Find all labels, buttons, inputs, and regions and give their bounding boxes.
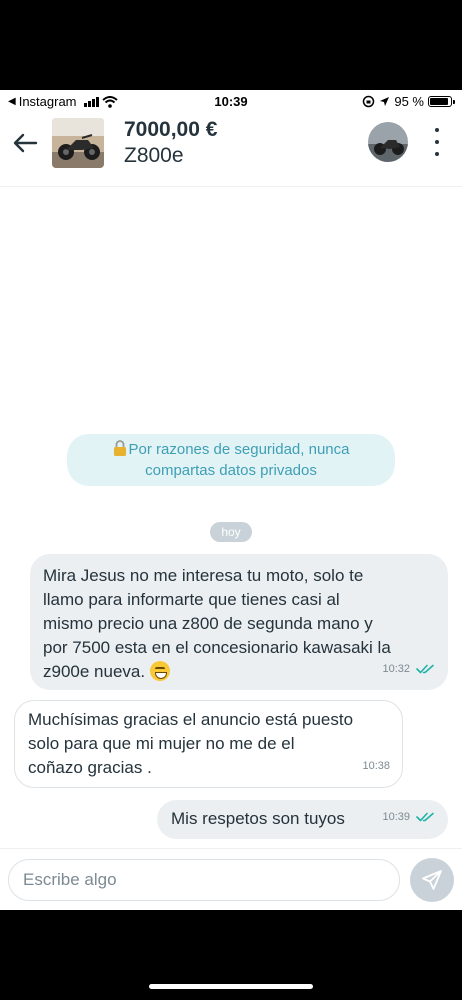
more-dot-icon <box>435 128 439 132</box>
chat-screen: ◀ Instagram 10:39 95 % 7000,00 € Z800e P… <box>0 90 462 910</box>
location-arrow-icon <box>380 97 390 106</box>
message-bubble-sent[interactable]: Mis respetos son tuyos 10:39 <box>157 800 448 839</box>
lock-icon <box>113 440 126 456</box>
message-time: 10:39 <box>382 811 410 823</box>
security-notice: Por razones de seguridad, nunca comparta… <box>67 434 395 486</box>
smiling-face-with-sweat-emoji-icon <box>149 661 170 681</box>
status-bar: ◀ Instagram 10:39 95 % <box>0 90 462 112</box>
motorcycle-photo <box>52 118 104 168</box>
double-check-icon <box>416 664 434 674</box>
more-dot-icon <box>435 152 439 156</box>
battery-fill <box>430 98 448 105</box>
message-line: por 7500 esta en el concesionario kawasa… <box>43 638 391 657</box>
message-composer <box>0 848 462 910</box>
battery-percent: 95 % <box>394 94 424 109</box>
user-avatar[interactable] <box>368 122 408 162</box>
home-indicator[interactable] <box>149 984 313 989</box>
message-time: 10:38 <box>362 760 390 772</box>
message-bubble-received[interactable]: Muchísimas gracias el anuncio está puest… <box>14 700 403 788</box>
double-check-icon <box>416 812 434 822</box>
battery-icon <box>428 96 455 107</box>
security-notice-line2: compartas datos privados <box>145 462 317 479</box>
listing-title: Z800e <box>124 144 184 167</box>
message-line: mismo precio una z800 de segunda mano y <box>43 614 373 633</box>
date-separator: hoy <box>210 522 252 542</box>
listing-price: 7000,00 € <box>124 118 218 141</box>
orientation-lock-icon <box>363 95 375 108</box>
back-button[interactable] <box>10 128 40 158</box>
message-line: z900e nueva. <box>43 662 150 681</box>
message-line: solo para que mi mujer no me de el <box>28 734 295 753</box>
message-line: Muchísimas gracias el anuncio está puest… <box>28 710 354 729</box>
send-button[interactable] <box>410 858 454 902</box>
security-notice-line1: Por razones de seguridad, nunca <box>128 441 350 458</box>
arrow-left-icon <box>13 133 38 153</box>
message-line: coñazo gracias . <box>28 758 152 777</box>
send-icon <box>422 870 442 890</box>
more-dot-icon <box>435 140 439 144</box>
listing-thumbnail[interactable] <box>52 118 104 168</box>
message-line: llamo para informarte que tienes casi al <box>43 590 340 609</box>
avatar-photo <box>368 122 408 162</box>
message-time: 10:32 <box>382 663 410 675</box>
message-line: Mira Jesus no me interesa tu moto, solo … <box>43 566 364 585</box>
message-bubble-sent[interactable]: Mira Jesus no me interesa tu moto, solo … <box>30 554 448 690</box>
message-input[interactable] <box>8 859 400 901</box>
more-options-button[interactable] <box>426 124 448 160</box>
chat-header: 7000,00 € Z800e <box>0 112 462 187</box>
